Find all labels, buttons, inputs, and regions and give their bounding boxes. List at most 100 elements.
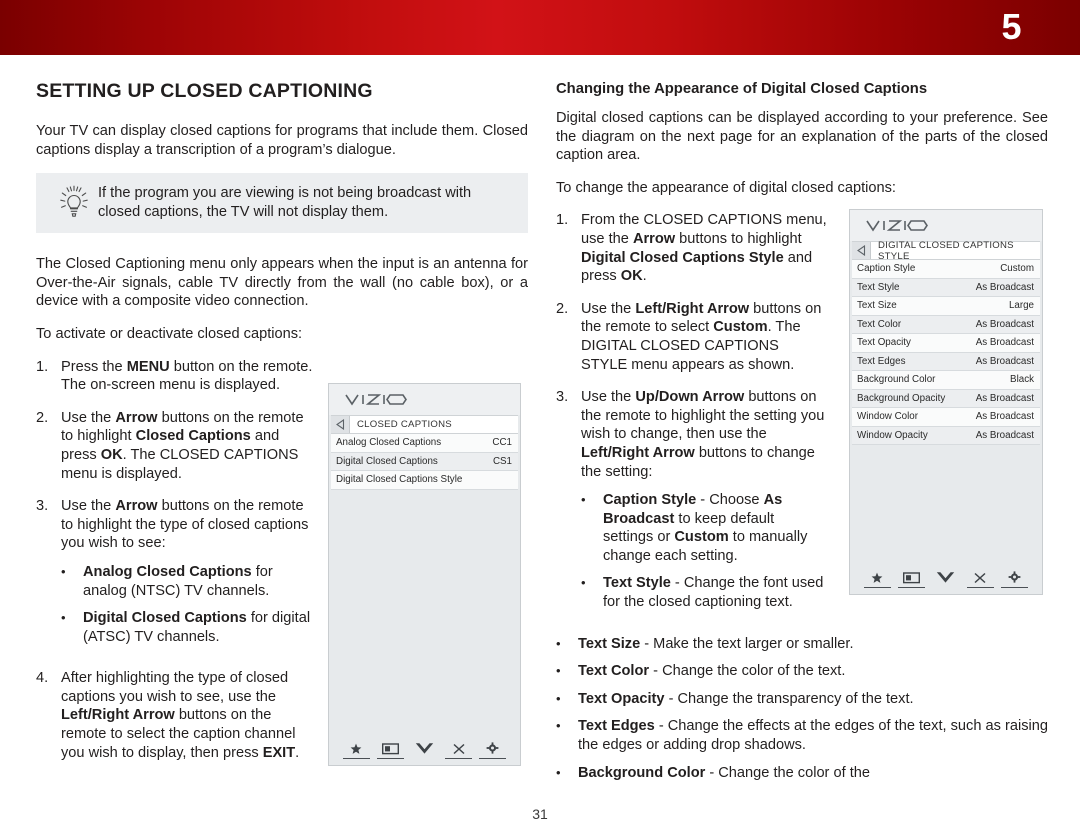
chapter-banner: 5 xyxy=(0,0,1080,55)
menu-row[interactable]: Text Style As Broadcast xyxy=(852,278,1040,297)
bullet-text: Text Style - Change the font used for th… xyxy=(603,575,824,611)
menu-row[interactable]: Window Opacity As Broadcast xyxy=(852,426,1040,445)
menu-row[interactable]: Digital Closed Captions Style xyxy=(331,471,518,490)
menu-row-value: As Broadcast xyxy=(975,355,1034,367)
activate-lead-in: To activate or deactivate closed caption… xyxy=(36,325,303,342)
close-x-icon[interactable] xyxy=(444,742,474,759)
menu-breadcrumb-bar: CLOSED CAPTIONS xyxy=(331,415,518,434)
bullet-text: Caption Style - Choose As Broadcast to k… xyxy=(603,492,808,564)
menu-row-value: As Broadcast xyxy=(975,337,1034,349)
menu-row-value: As Broadcast xyxy=(975,281,1034,293)
menu-row[interactable]: Text Color As Broadcast xyxy=(852,315,1040,334)
menu-row[interactable]: Digital Closed Captions CS1 xyxy=(331,452,518,471)
menu-breadcrumb-bar: DIGITAL CLOSED CAPTIONS STYLE xyxy=(852,239,1040,262)
right-intro-paragraph: Digital closed captions can be displayed… xyxy=(556,110,1048,164)
menu-row[interactable]: Text Size Large xyxy=(852,297,1040,316)
bullet-icon: • xyxy=(556,690,561,706)
list-item: • Background Color - Change the color of … xyxy=(556,764,1048,783)
menu-row[interactable]: Background Opacity As Broadcast xyxy=(852,389,1040,408)
step-bullets: • Caption Style - Choose As Broadcast to … xyxy=(581,491,828,612)
tip-callout: If the program you are viewing is not be… xyxy=(36,173,528,234)
menu-icon-bar xyxy=(850,571,1042,589)
intro-paragraph: Your TV can display closed captions for … xyxy=(36,123,528,158)
bullet-icon: • xyxy=(556,663,561,679)
left-steps-list: 1. Press the MENU button on the remote. T… xyxy=(36,358,314,763)
bullet-text: Analog Closed Captions for analog (NTSC)… xyxy=(83,563,273,599)
digital-cc-style-menu-screenshot: DIGITAL CLOSED CAPTIONS STYLE Caption St… xyxy=(849,209,1043,595)
list-item: • Digital Closed Captions for digital (AT… xyxy=(61,609,314,646)
menu-rows: Caption Style Custom Text Style As Broadcas… xyxy=(852,260,1040,445)
picture-icon[interactable] xyxy=(897,571,927,588)
menu-row[interactable]: Text Edges As Broadcast xyxy=(852,352,1040,371)
menu-row-label: Digital Closed Captions Style xyxy=(336,474,463,486)
menu-row-label: Text Style xyxy=(857,281,900,293)
menu-row[interactable]: Text Opacity As Broadcast xyxy=(852,334,1040,353)
step-item: 1. From the CLOSED CAPTIONS menu, use the… xyxy=(556,211,828,285)
step-number: 1. xyxy=(36,358,49,375)
gear-icon[interactable] xyxy=(1000,571,1030,588)
back-arrow-icon[interactable] xyxy=(331,416,350,433)
step-text: Use the Arrow buttons on the remote to h… xyxy=(61,497,314,655)
star-icon[interactable] xyxy=(862,571,892,588)
step-text: Use the Arrow buttons on the remote to h… xyxy=(61,409,304,482)
menu-row-label: Analog Closed Captions xyxy=(336,437,442,449)
menu-row-label: Text Edges xyxy=(857,355,906,367)
menu-row-label: Background Opacity xyxy=(857,392,946,404)
menu-row[interactable]: Background Color Black xyxy=(852,371,1040,390)
bullet-icon: • xyxy=(556,764,561,780)
step-item: 3. Use the Up/Down Arrow buttons on the r… xyxy=(556,388,828,621)
menu-row-label: Window Color xyxy=(857,411,918,423)
bullet-icon: • xyxy=(556,718,561,734)
step-text: Use the Up/Down Arrow buttons on the rem… xyxy=(581,388,828,621)
closed-captions-menu-screenshot: CLOSED CAPTIONS Analog Closed Captions CC… xyxy=(328,383,521,766)
list-item: • Text Size - Make the text larger or sma… xyxy=(556,635,1048,654)
bullet-text: Digital Closed Captions for digital (ATS… xyxy=(83,610,311,645)
step-number: 2. xyxy=(36,409,49,426)
menu-row-label: Background Color xyxy=(857,374,936,386)
menu-row-value: As Broadcast xyxy=(975,392,1034,404)
bullet-text: Text Color - Change the color of the tex… xyxy=(578,663,846,680)
step-item: 2. Use the Arrow buttons on the remote to… xyxy=(36,409,314,483)
step-number: 3. xyxy=(36,498,49,515)
closed-captioning-note: The Closed Captioning menu only appears … xyxy=(36,256,528,310)
step-text: After highlighting the type of closed ca… xyxy=(61,670,300,761)
menu-row[interactable]: Caption Style Custom xyxy=(852,260,1040,279)
menu-row[interactable]: Analog Closed Captions CC1 xyxy=(331,434,518,453)
close-x-icon[interactable] xyxy=(965,571,995,588)
lightbulb-icon xyxy=(50,184,98,222)
menu-rows: Analog Closed Captions CC1 Digital Closed … xyxy=(331,434,518,490)
gear-icon[interactable] xyxy=(478,742,508,759)
step-item: 4. After highlighting the type of closed … xyxy=(36,669,314,762)
step-item: 2. Use the Left/Right Arrow buttons on th… xyxy=(556,300,828,374)
right-settings-bullets: • Text Size - Make the text larger or sma… xyxy=(556,635,1048,783)
back-arrow-icon[interactable] xyxy=(852,242,871,259)
star-icon[interactable] xyxy=(341,742,371,759)
menu-row-label: Digital Closed Captions xyxy=(336,455,438,467)
vizio-logo xyxy=(850,210,1042,241)
chevron-down-icon[interactable] xyxy=(931,571,961,589)
step-number: 4. xyxy=(36,670,49,687)
vizio-logo xyxy=(329,384,520,415)
menu-row-value: Black xyxy=(1010,374,1034,386)
menu-row-value: Custom xyxy=(1000,263,1034,275)
menu-row-label: Text Size xyxy=(857,300,897,312)
tip-text: If the program you are viewing is not be… xyxy=(98,185,472,221)
picture-icon[interactable] xyxy=(375,742,405,759)
bullet-text: Text Opacity - Change the transparency o… xyxy=(578,690,914,707)
bullet-text: Text Edges - Change the effects at the e… xyxy=(578,718,1048,754)
bullet-icon: • xyxy=(61,563,66,579)
menu-row-value: As Broadcast xyxy=(975,411,1034,423)
step-item: 1. Press the MENU button on the remote. T… xyxy=(36,358,314,395)
right-steps-list: 1. From the CLOSED CAPTIONS menu, use the… xyxy=(556,211,828,620)
menu-row-value: As Broadcast xyxy=(975,318,1034,330)
bullet-icon: • xyxy=(61,610,66,626)
chevron-down-icon[interactable] xyxy=(409,742,439,760)
right-section-title: Changing the Appearance of Digital Close… xyxy=(556,81,928,97)
list-item: • Text Edges - Change the effects at the … xyxy=(556,717,1048,754)
bullet-icon: • xyxy=(556,635,561,651)
bullet-text: Text Size - Make the text larger or smal… xyxy=(578,635,854,652)
menu-breadcrumb-label: DIGITAL CLOSED CAPTIONS STYLE xyxy=(878,239,1014,262)
menu-row-value: As Broadcast xyxy=(975,429,1034,441)
list-item: • Analog Closed Captions for analog (NTSC… xyxy=(61,563,314,600)
menu-row[interactable]: Window Color As Broadcast xyxy=(852,408,1040,427)
